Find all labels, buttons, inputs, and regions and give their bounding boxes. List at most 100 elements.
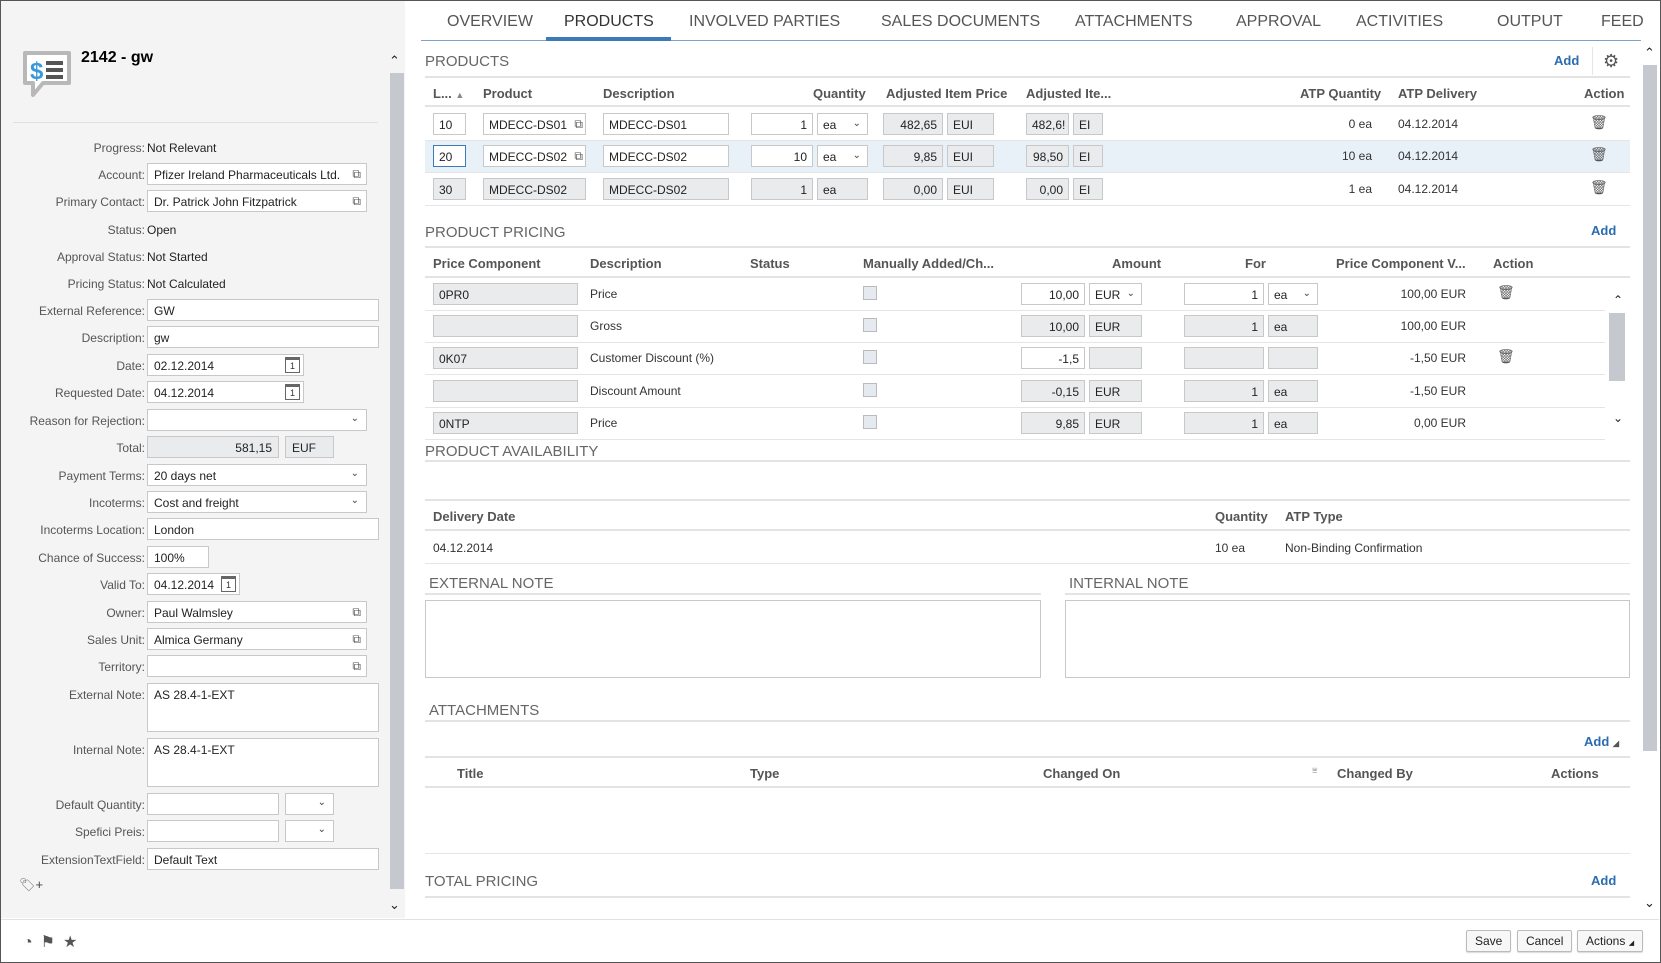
field-label: Chance of Success:: [38, 551, 145, 565]
manually-added-checkbox[interactable]: [863, 286, 877, 300]
attachments-add-link[interactable]: Add ◢: [1584, 734, 1619, 749]
open-link-icon[interactable]: ⧉: [352, 605, 361, 620]
scroll-up-icon[interactable]: ⌃: [1644, 45, 1655, 61]
cancel-button[interactable]: Cancel: [1517, 930, 1573, 952]
tab-products[interactable]: PRODUCTS: [564, 13, 654, 31]
delete-icon[interactable]: 🗑: [1497, 348, 1515, 365]
default-quantity-input[interactable]: [147, 793, 279, 815]
payment-terms-select[interactable]: 20 days net ⌄: [147, 464, 367, 486]
requested-date-input[interactable]: 04.12.2014 1: [147, 381, 304, 403]
description-input[interactable]: gw: [147, 326, 379, 348]
primary-contact-input[interactable]: Dr. Patrick John Fitzpatrick ⧉: [147, 190, 367, 212]
star-icon[interactable]: ★: [63, 934, 77, 951]
scroll-up-icon[interactable]: ⌃: [389, 53, 400, 69]
scroll-thumb[interactable]: [1643, 65, 1657, 751]
open-link-icon[interactable]: ⧉: [352, 632, 361, 647]
field-incoterms: Incoterms: Cost and freight ⌄: [1, 491, 381, 515]
internal-note-textarea[interactable]: [1065, 600, 1630, 678]
dropdown-corner-icon: ◢: [1612, 739, 1620, 748]
scroll-down-icon[interactable]: ⌄: [389, 897, 400, 913]
pricing-scroll-up-icon[interactable]: ⌃: [1613, 293, 1623, 307]
territory-input[interactable]: ⧉: [147, 655, 367, 677]
for-input[interactable]: 1: [1184, 283, 1264, 305]
actions-button[interactable]: Actions ◢: [1577, 930, 1644, 952]
external-note-textarea[interactable]: AS 28.4-1-EXT: [147, 683, 379, 732]
incoterms-select[interactable]: Cost and freight ⌄: [147, 491, 367, 513]
chance-of-success-input[interactable]: 100%: [147, 546, 209, 568]
external-note-textarea[interactable]: [425, 600, 1041, 678]
tab-approval[interactable]: APPROVAL: [1236, 13, 1321, 31]
add-tag-button[interactable]: 🏷+: [19, 877, 43, 893]
tab-output[interactable]: OUTPUT: [1497, 13, 1563, 31]
owner-input[interactable]: Paul Walmsley ⧉: [147, 601, 367, 623]
valid-to-input[interactable]: 04.12.2014 1: [147, 573, 240, 595]
scroll-thumb[interactable]: [390, 73, 404, 889]
manually-added-checkbox[interactable]: [863, 350, 877, 364]
line-input[interactable]: 10: [433, 113, 466, 135]
product-input[interactable]: MDECC-DS02 ⧉: [483, 145, 586, 167]
settings-gear-icon[interactable]: ⚙: [1603, 51, 1619, 72]
col-line[interactable]: L... ▲: [433, 86, 464, 101]
reason-for-rejection-select[interactable]: ⌄: [147, 409, 367, 431]
amount-input[interactable]: 10,00: [1021, 283, 1085, 305]
open-link-icon[interactable]: ⧉: [574, 149, 583, 164]
product-input[interactable]: MDECC-DS01 ⧉: [483, 113, 586, 135]
rss-feed-icon[interactable]: ◔: [23, 934, 33, 951]
pricing-add-link[interactable]: Add: [1591, 223, 1616, 238]
incoterms-location-input[interactable]: London: [147, 518, 379, 540]
calendar-icon[interactable]: 1: [221, 576, 236, 592]
availability-atp-type: Non-Binding Confirmation: [1285, 541, 1423, 555]
scroll-down-icon[interactable]: ⌄: [1644, 895, 1655, 911]
unit-select[interactable]: ea ⌄: [817, 113, 868, 135]
tab-sales-documents[interactable]: SALES DOCUMENTS: [881, 13, 1040, 31]
delete-icon[interactable]: 🗑: [1590, 179, 1608, 196]
tab-attachments[interactable]: ATTACHMENTS: [1075, 13, 1193, 31]
extension-text-input[interactable]: Default Text: [147, 848, 379, 870]
quantity-input[interactable]: 1: [751, 113, 813, 135]
field-payment-terms: Payment Terms: 20 days net ⌄: [1, 464, 381, 488]
manually-added-checkbox[interactable]: [863, 383, 877, 397]
external-reference-input[interactable]: GW: [147, 299, 379, 321]
specifi-preis-input[interactable]: [147, 820, 279, 842]
quantity-input[interactable]: 10: [751, 145, 813, 167]
filter-icon[interactable]: ⩸: [1312, 765, 1317, 776]
sales-unit-input[interactable]: Almica Germany ⧉: [147, 628, 367, 650]
currency-select[interactable]: EUR ⌄: [1089, 283, 1142, 305]
products-add-link[interactable]: Add: [1554, 53, 1579, 68]
flag-icon[interactable]: ⚑: [41, 934, 55, 951]
open-link-icon[interactable]: ⧉: [352, 167, 361, 182]
main-scrollbar[interactable]: ⌃ ⌄: [1640, 45, 1658, 915]
open-link-icon[interactable]: ⧉: [574, 117, 583, 132]
internal-note-textarea[interactable]: AS 28.4-1-EXT: [147, 738, 379, 787]
pricing-scroll-thumb[interactable]: [1609, 313, 1625, 381]
description-input[interactable]: MDECC-DS02: [603, 145, 729, 167]
total-pricing-add-link[interactable]: Add: [1591, 873, 1616, 888]
amount-input[interactable]: -1,5: [1021, 347, 1085, 369]
open-link-icon[interactable]: ⧉: [352, 194, 361, 209]
delete-icon[interactable]: 🗑: [1590, 146, 1608, 163]
tab-involved-parties[interactable]: INVOLVED PARTIES: [689, 13, 840, 31]
left-scrollbar[interactable]: ⌃ ⌄: [388, 53, 404, 917]
pricing-scroll-down-icon[interactable]: ⌄: [1613, 411, 1623, 425]
line-input[interactable]: 20: [433, 145, 466, 167]
unit-select[interactable]: ea ⌄: [817, 145, 868, 167]
open-link-icon[interactable]: ⧉: [352, 659, 361, 674]
manually-added-checkbox[interactable]: [863, 318, 877, 332]
date-input[interactable]: 02.12.2014 1: [147, 354, 304, 376]
field-label: Sales Unit:: [86, 633, 145, 647]
delete-icon[interactable]: 🗑: [1590, 114, 1608, 131]
delete-icon[interactable]: 🗑: [1497, 284, 1515, 301]
tab-activities[interactable]: ACTIVITIES: [1356, 13, 1443, 31]
account-input[interactable]: Pfizer Ireland Pharmaceuticals Ltd. ⧉: [147, 163, 367, 185]
tab-feed[interactable]: FEED: [1601, 13, 1644, 31]
products-section-title: PRODUCTS: [425, 53, 510, 70]
default-quantity-unit-select[interactable]: ⌄: [285, 793, 334, 815]
description-input[interactable]: MDECC-DS01: [603, 113, 729, 135]
calendar-icon[interactable]: 1: [285, 384, 300, 400]
for-unit-select[interactable]: ea ⌄: [1268, 283, 1318, 305]
specifi-preis-unit-select[interactable]: ⌄: [285, 820, 334, 842]
manually-added-checkbox[interactable]: [863, 415, 877, 429]
save-button[interactable]: Save: [1466, 930, 1512, 952]
calendar-icon[interactable]: 1: [285, 357, 300, 373]
tab-overview[interactable]: OVERVIEW: [447, 13, 533, 31]
